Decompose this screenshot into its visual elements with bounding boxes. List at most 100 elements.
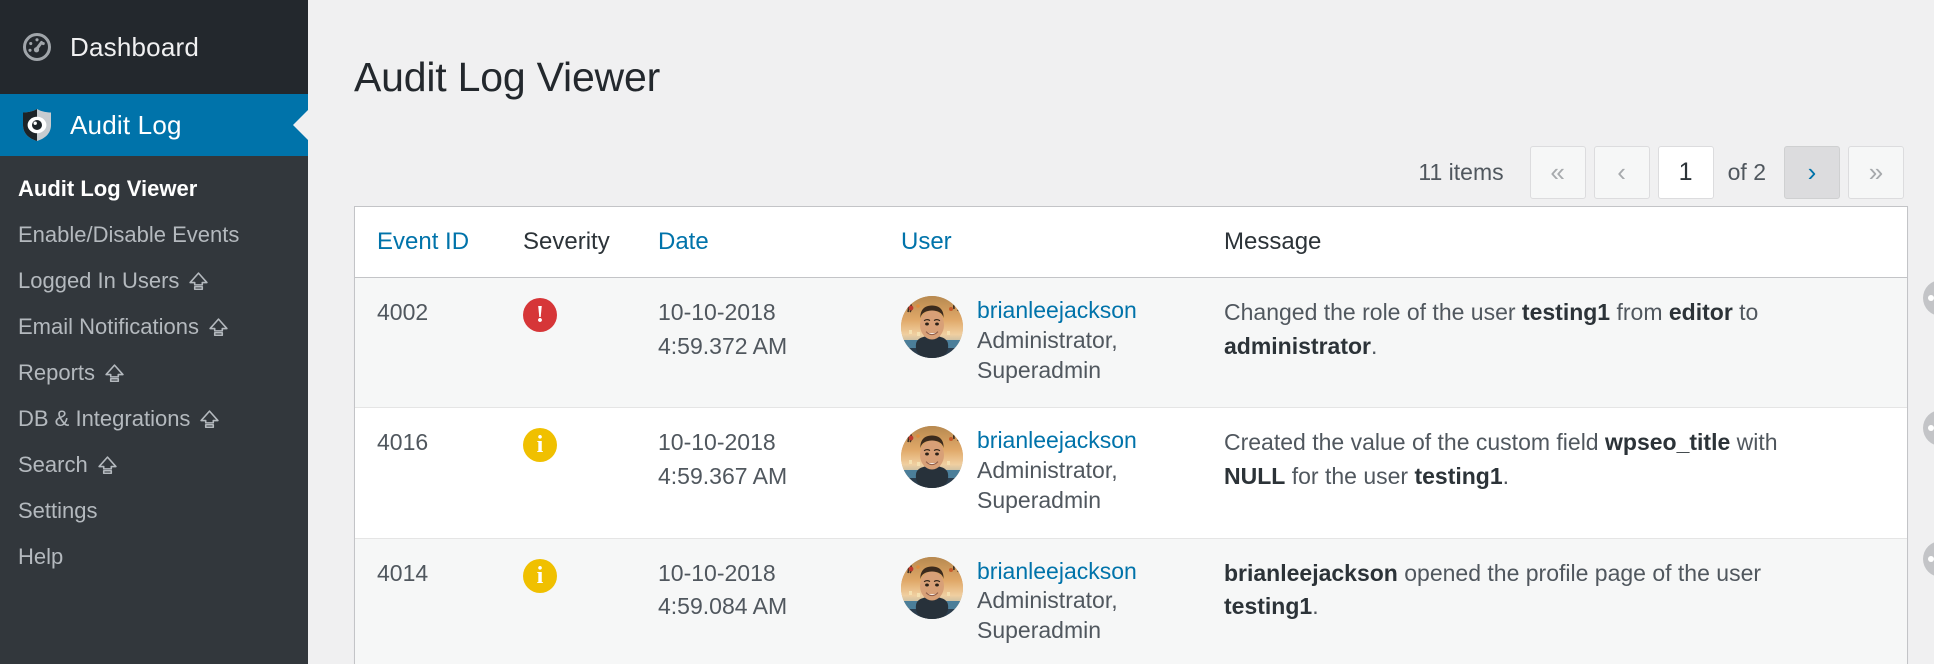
message-emphasis: testing1: [1224, 593, 1312, 619]
audit-log-table: Event ID Severity Date User Message 4002…: [355, 207, 1907, 664]
sidebar-item-dashboard[interactable]: Dashboard: [0, 0, 308, 94]
time-value: 4:59.084 AM: [658, 590, 901, 623]
message-fragment: to: [1733, 299, 1759, 325]
avatar-image: [901, 296, 963, 358]
main-content: Audit Log Viewer 11 items « ‹ 1 of 2 › »…: [308, 0, 1934, 664]
date-value: 10-10-2018: [658, 426, 901, 459]
column-header-message: Message: [1224, 207, 1907, 278]
first-page-button[interactable]: «: [1530, 146, 1586, 199]
audit-log-table-wrapper: Event ID Severity Date User Message 4002…: [354, 206, 1908, 664]
message-emphasis: testing1: [1414, 463, 1502, 489]
message-emphasis: testing1: [1522, 299, 1610, 325]
message-fragment: .: [1371, 333, 1377, 359]
next-page-button[interactable]: ›: [1784, 146, 1840, 199]
cell-severity: !: [523, 278, 658, 408]
sidebar-item-dashboard-label: Dashboard: [70, 32, 199, 63]
items-count: 11 items: [1418, 159, 1503, 186]
column-header-event-id[interactable]: Event ID: [355, 207, 523, 278]
upgrade-arrow-icon: [199, 409, 220, 430]
message-text: Changed the role of the user testing1 fr…: [1224, 296, 1824, 363]
upgrade-arrow-icon: [208, 317, 229, 338]
sidebar-item-label: Help: [18, 543, 63, 571]
sidebar-item-email-notifications[interactable]: Email Notifications: [0, 304, 308, 350]
cell-event-id: 4014: [355, 538, 523, 664]
avatar: [901, 557, 963, 619]
prev-page-button[interactable]: ‹: [1594, 146, 1650, 199]
avatar-image: [901, 426, 963, 488]
table-row[interactable]: 4002!10-10-20184:59.372 AM brianleejack: [355, 278, 1907, 408]
date-value: 10-10-2018: [658, 557, 901, 590]
cell-event-id: 4002: [355, 278, 523, 408]
sidebar-item-label: Search: [18, 451, 88, 479]
user-meta: brianleejacksonAdministrator, Superadmin: [977, 296, 1224, 385]
message-fragment: for the user: [1285, 463, 1414, 489]
total-pages-label: of 2: [1728, 159, 1766, 186]
date-value: 10-10-2018: [658, 296, 901, 329]
user-name-link[interactable]: brianleejackson: [977, 557, 1224, 586]
time-value: 4:59.372 AM: [658, 330, 901, 363]
cell-date: 10-10-20184:59.367 AM: [658, 408, 901, 538]
message-emphasis: NULL: [1224, 463, 1285, 489]
severity-info-icon: i: [523, 559, 557, 593]
table-body: 4002!10-10-20184:59.372 AM brianleejack: [355, 278, 1907, 664]
message-fragment: Changed the role of the user: [1224, 299, 1522, 325]
ellipsis-icon[interactable]: [1923, 280, 1934, 316]
message-text: brianleejackson opened the profile page …: [1224, 557, 1824, 624]
cell-message: brianleejackson opened the profile page …: [1224, 538, 1907, 664]
sidebar-item-enable-disable-events[interactable]: Enable/Disable Events: [0, 212, 308, 258]
sidebar-item-label: Settings: [18, 497, 98, 525]
table-head: Event ID Severity Date User Message: [355, 207, 1907, 278]
cell-event-id: 4016: [355, 408, 523, 538]
avatar: [901, 296, 963, 358]
sidebar-item-audit-log[interactable]: Audit Log: [0, 94, 308, 156]
cell-user: brianleejacksonAdministrator, Superadmin: [901, 278, 1224, 408]
message-fragment: opened the profile page of the user: [1398, 560, 1761, 586]
upgrade-arrow-icon: [188, 271, 209, 292]
sidebar-item-settings[interactable]: Settings: [0, 488, 308, 534]
audit-log-eye-shield-icon: [18, 108, 56, 142]
sidebar-item-search[interactable]: Search: [0, 442, 308, 488]
table-header-row: Event ID Severity Date User Message: [355, 207, 1907, 278]
message-fragment: from: [1610, 299, 1669, 325]
last-page-button[interactable]: »: [1848, 146, 1904, 199]
current-page-input[interactable]: 1: [1658, 146, 1714, 199]
sidebar-submenu: Audit Log Viewer Enable/Disable Events L…: [0, 156, 308, 664]
sidebar-item-label: Enable/Disable Events: [18, 221, 239, 249]
column-header-severity: Severity: [523, 207, 658, 278]
sidebar-item-help[interactable]: Help: [0, 534, 308, 580]
ellipsis-icon[interactable]: [1923, 541, 1934, 577]
active-menu-arrow-icon: [293, 109, 309, 141]
message-emphasis: administrator: [1224, 333, 1371, 359]
upgrade-arrow-icon: [97, 455, 118, 476]
cell-user: brianleejacksonAdministrator, Superadmin: [901, 538, 1224, 664]
ellipsis-icon[interactable]: [1923, 410, 1934, 446]
column-header-user[interactable]: User: [901, 207, 1224, 278]
column-header-date[interactable]: Date: [658, 207, 901, 278]
user-block: brianleejacksonAdministrator, Superadmin: [901, 557, 1224, 646]
sidebar-item-label: Audit Log Viewer: [18, 175, 197, 203]
severity-error-icon: !: [523, 298, 557, 332]
sidebar-item-reports[interactable]: Reports: [0, 350, 308, 396]
sidebar-item-db-integrations[interactable]: DB & Integrations: [0, 396, 308, 442]
table-row[interactable]: 4014i10-10-20184:59.084 AM brianleejack: [355, 538, 1907, 664]
user-name-link[interactable]: brianleejackson: [977, 296, 1224, 325]
sidebar-item-audit-log-viewer[interactable]: Audit Log Viewer: [0, 166, 308, 212]
message-fragment: .: [1312, 593, 1318, 619]
upgrade-arrow-icon: [104, 363, 125, 384]
message-fragment: with: [1730, 429, 1777, 455]
message-emphasis: wpseo_title: [1605, 429, 1730, 455]
table-navigation: 11 items « ‹ 1 of 2 › »: [354, 138, 1908, 206]
admin-sidebar: Dashboard Audit Log Audit Log Viewer Ena…: [0, 0, 308, 664]
table-row[interactable]: 4016i10-10-20184:59.367 AM brianleejack: [355, 408, 1907, 538]
cell-message: Changed the role of the user testing1 fr…: [1224, 278, 1907, 408]
sidebar-item-logged-in-users[interactable]: Logged In Users: [0, 258, 308, 304]
message-fragment: .: [1503, 463, 1509, 489]
user-block: brianleejacksonAdministrator, Superadmin: [901, 426, 1224, 515]
cell-date: 10-10-20184:59.084 AM: [658, 538, 901, 664]
severity-info-icon: i: [523, 428, 557, 462]
message-emphasis: editor: [1669, 299, 1733, 325]
avatar: [901, 426, 963, 488]
sidebar-item-label: Email Notifications: [18, 313, 199, 341]
user-name-link[interactable]: brianleejackson: [977, 426, 1224, 455]
user-roles: Administrator, Superadmin: [977, 456, 1224, 516]
